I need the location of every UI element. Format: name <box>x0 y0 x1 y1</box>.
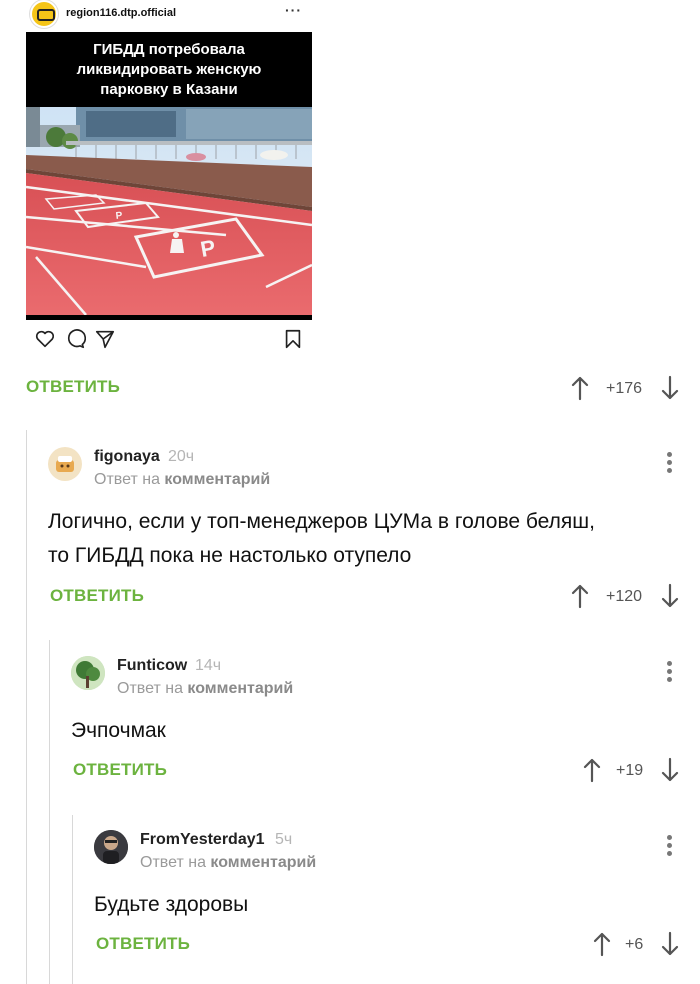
parent-comment-link[interactable]: комментарий <box>187 680 293 697</box>
parking-photo: P P <box>26 107 312 315</box>
thread-line <box>26 430 27 984</box>
reply-button[interactable]: ОТВЕТИТЬ <box>73 760 167 780</box>
avatar[interactable] <box>71 656 105 690</box>
avatar[interactable] <box>94 830 128 864</box>
parent-comment-link[interactable]: комментарий <box>164 471 270 488</box>
comment-time: 14ч <box>195 657 222 674</box>
thread-line <box>49 640 50 984</box>
arrow-up-icon[interactable] <box>582 757 602 783</box>
comment-icon[interactable] <box>64 328 87 350</box>
rating-score: +176 <box>606 380 643 397</box>
avatar[interactable] <box>48 447 82 481</box>
post-headline: ГИБДД потребовала ликвидировать женскую … <box>76 41 262 98</box>
arrow-up-icon[interactable] <box>570 375 590 401</box>
thread-line <box>72 815 73 984</box>
reply-button[interactable]: ОТВЕТИТЬ <box>96 934 190 954</box>
arrow-down-icon[interactable] <box>660 375 680 401</box>
comment-rating: +6 <box>592 931 682 957</box>
arrow-down-icon[interactable] <box>660 757 680 783</box>
account-username[interactable]: region116.dtp.official <box>66 7 176 19</box>
comment-author[interactable]: figonaya <box>94 448 160 466</box>
comment-author[interactable]: FromYesterday1 <box>140 831 265 849</box>
reply-to-meta: Ответ на комментарий <box>140 854 317 871</box>
bookmark-icon[interactable] <box>282 328 304 350</box>
comment-time: 20ч <box>168 448 195 465</box>
parent-comment-link[interactable]: комментарий <box>210 854 316 871</box>
reply-button[interactable]: ОТВЕТИТЬ <box>50 586 144 606</box>
arrow-up-icon[interactable] <box>592 931 612 957</box>
rating-score: +6 <box>625 936 644 953</box>
arrow-up-icon[interactable] <box>570 583 590 609</box>
comment-text: Логично, если у топ-менеджеров ЦУМа в го… <box>48 510 595 567</box>
arrow-down-icon[interactable] <box>660 583 680 609</box>
comment-author[interactable]: Funticow <box>117 657 187 675</box>
post-actions <box>34 328 304 350</box>
kebab-icon[interactable] <box>667 661 673 683</box>
comment-rating: +19 <box>582 757 682 783</box>
post-image[interactable]: ГИБДД потребовала ликвидировать женскую … <box>26 32 312 320</box>
reply-to-meta: Ответ на комментарий <box>94 471 271 488</box>
comment-rating: +120 <box>570 583 682 609</box>
comment-time: 5ч <box>275 831 293 848</box>
reply-button[interactable]: ОТВЕТИТЬ <box>26 377 120 397</box>
kebab-icon[interactable] <box>667 452 673 474</box>
rating-score: +120 <box>606 588 643 605</box>
reply-to-meta: Ответ на комментарий <box>117 680 294 697</box>
kebab-icon[interactable] <box>667 835 673 857</box>
comment-text: Эчпочмак <box>71 719 166 742</box>
instagram-post-header: region116.dtp.official ··· <box>30 0 312 28</box>
account-avatar[interactable] <box>30 0 58 28</box>
arrow-down-icon[interactable] <box>660 931 680 957</box>
comment-text: Будьте здоровы <box>94 893 249 916</box>
share-icon[interactable] <box>94 328 116 350</box>
post-rating: +176 <box>570 375 682 401</box>
more-options-icon[interactable]: ··· <box>285 2 302 18</box>
rating-score: +19 <box>616 762 644 779</box>
heart-icon[interactable] <box>34 328 56 350</box>
